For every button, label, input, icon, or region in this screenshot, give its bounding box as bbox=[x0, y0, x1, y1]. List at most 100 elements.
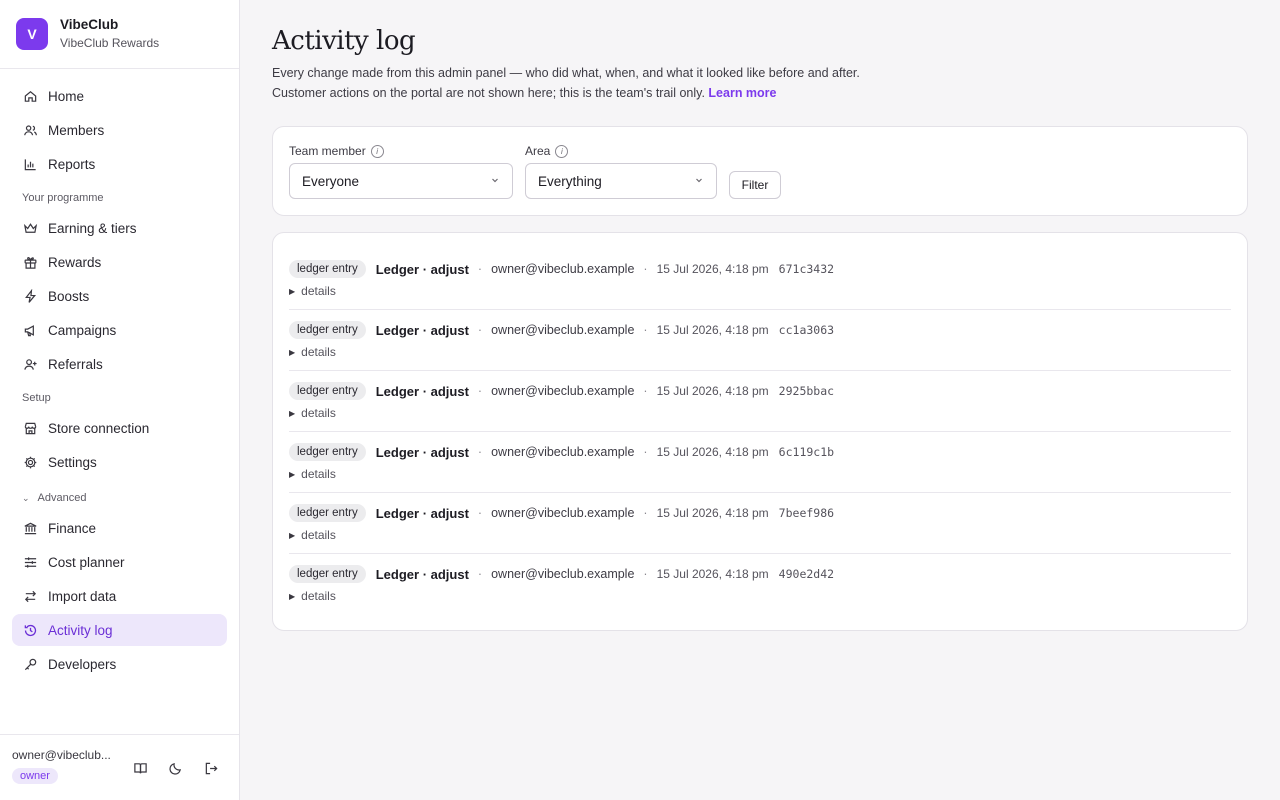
sidebar-item-store-connection[interactable]: Store connection bbox=[12, 412, 227, 444]
sidebar-item-referrals[interactable]: Referrals bbox=[12, 348, 227, 380]
log-row: ledger entry Ledger · adjust · owner@vib… bbox=[289, 554, 1231, 615]
entry-action: Ledger · adjust bbox=[375, 505, 469, 521]
bar-chart-icon bbox=[22, 156, 38, 172]
sidebar-item-label: Finance bbox=[48, 520, 97, 536]
info-icon[interactable]: i bbox=[555, 144, 569, 158]
details-toggle[interactable]: ▶ details bbox=[289, 345, 336, 359]
chevron-down-icon bbox=[490, 175, 500, 185]
sidebar-item-label: Developers bbox=[48, 656, 117, 672]
details-label: details bbox=[301, 345, 336, 359]
entry-type-badge: ledger entry bbox=[289, 443, 366, 461]
entry-id: 490e2d42 bbox=[778, 567, 835, 581]
details-toggle[interactable]: ▶ details bbox=[289, 406, 336, 420]
nav-section-advanced-toggle[interactable]: ⌄ Advanced bbox=[12, 486, 227, 510]
intro-line-1: Every change made from this admin panel … bbox=[272, 66, 860, 80]
sidebar-item-members[interactable]: Members bbox=[12, 114, 227, 146]
details-toggle[interactable]: ▶ details bbox=[289, 467, 336, 481]
details-toggle[interactable]: ▶ details bbox=[289, 589, 336, 603]
book-icon[interactable] bbox=[131, 759, 149, 777]
entry-id: 6c119c1b bbox=[778, 445, 835, 459]
info-icon[interactable]: i bbox=[370, 144, 384, 158]
entry-actor: owner@vibeclub.example bbox=[491, 384, 635, 398]
entry-action: Ledger · adjust bbox=[375, 383, 469, 399]
separator: · bbox=[477, 384, 483, 398]
brand-logo: V bbox=[16, 18, 48, 50]
entry-actor: owner@vibeclub.example bbox=[491, 323, 635, 337]
sidebar-item-cost-planner[interactable]: Cost planner bbox=[12, 546, 227, 578]
caret-right-icon: ▶ bbox=[289, 469, 296, 479]
sidebar-item-label: Store connection bbox=[48, 420, 150, 436]
separator: · bbox=[643, 323, 648, 337]
log-row: ledger entry Ledger · adjust · owner@vib… bbox=[289, 493, 1231, 554]
entry-id: cc1a3063 bbox=[778, 323, 835, 337]
sidebar-item-rewards[interactable]: Rewards bbox=[12, 246, 227, 278]
intro-line-2: Customer actions on the portal are not s… bbox=[272, 83, 972, 103]
moon-icon[interactable] bbox=[166, 759, 184, 777]
filter-button[interactable]: Filter bbox=[729, 171, 781, 199]
sidebar-item-campaigns[interactable]: Campaigns bbox=[12, 314, 227, 346]
intro-line-2-text: Customer actions on the portal are not s… bbox=[272, 86, 705, 100]
sidebar-item-earning[interactable]: Earning & tiers bbox=[12, 212, 227, 244]
chevron-down-icon: ⌄ bbox=[22, 492, 30, 503]
team-member-label-row: Team member i bbox=[289, 143, 513, 159]
separator: · bbox=[643, 384, 648, 398]
sidebar-item-label: Activity log bbox=[48, 622, 113, 638]
details-label: details bbox=[301, 589, 336, 603]
entry-timestamp: 15 Jul 2026, 4:18 pm bbox=[656, 384, 769, 398]
caret-right-icon: ▶ bbox=[289, 347, 296, 357]
store-icon bbox=[22, 420, 38, 436]
details-toggle[interactable]: ▶ details bbox=[289, 528, 336, 542]
crown-icon bbox=[22, 220, 38, 236]
separator: · bbox=[643, 567, 648, 581]
entry-timestamp: 15 Jul 2026, 4:18 pm bbox=[656, 323, 769, 337]
sidebar-item-boosts[interactable]: Boosts bbox=[12, 280, 227, 312]
entry-action: Ledger · adjust bbox=[375, 566, 469, 582]
entry-type-badge: ledger entry bbox=[289, 504, 366, 522]
entry-type-badge: ledger entry bbox=[289, 382, 366, 400]
sliders-icon bbox=[22, 554, 38, 570]
caret-right-icon: ▶ bbox=[289, 286, 296, 296]
sidebar-item-developers[interactable]: Developers bbox=[12, 648, 227, 680]
lightning-icon bbox=[22, 288, 38, 304]
brand-name: VibeClub bbox=[60, 17, 119, 32]
details-toggle[interactable]: ▶ details bbox=[289, 284, 336, 298]
sidebar-item-activity-log[interactable]: Activity log bbox=[12, 614, 227, 646]
team-member-select[interactable]: Everyone bbox=[289, 163, 513, 199]
separator: · bbox=[643, 262, 648, 276]
sidebar-item-label: Members bbox=[48, 122, 105, 138]
entry-timestamp: 15 Jul 2026, 4:18 pm bbox=[656, 567, 769, 581]
separator: · bbox=[477, 567, 483, 581]
megaphone-icon bbox=[22, 322, 38, 338]
entry-actor: owner@vibeclub.example bbox=[491, 506, 635, 520]
sidebar-item-import-data[interactable]: Import data bbox=[12, 580, 227, 612]
area-value: Everything bbox=[538, 173, 602, 189]
arrows-swap-icon bbox=[22, 588, 38, 604]
area-select[interactable]: Everything bbox=[525, 163, 717, 199]
entry-actor: owner@vibeclub.example bbox=[491, 445, 635, 459]
log-row: ledger entry Ledger · adjust · owner@vib… bbox=[289, 310, 1231, 371]
team-member-label: Team member bbox=[289, 144, 366, 158]
nav-section-setup: Setup bbox=[22, 392, 51, 404]
learn-more-link[interactable]: Learn more bbox=[708, 86, 776, 100]
sidebar-nav: Home Members Reports Your programme Earn… bbox=[12, 80, 227, 682]
brand-subtitle: VibeClub Rewards bbox=[60, 36, 160, 50]
brand[interactable]: V VibeClub VibeClub Rewards bbox=[16, 17, 159, 51]
sidebar-item-home[interactable]: Home bbox=[12, 80, 227, 112]
entry-action: Ledger · adjust bbox=[375, 444, 469, 460]
entry-type-badge: ledger entry bbox=[289, 565, 366, 583]
gift-icon bbox=[22, 254, 38, 270]
sidebar-item-reports[interactable]: Reports bbox=[12, 148, 227, 180]
sidebar-item-label: Settings bbox=[48, 454, 97, 470]
separator: · bbox=[477, 323, 483, 337]
sidebar-item-finance[interactable]: Finance bbox=[12, 512, 227, 544]
page-intro: Every change made from this admin panel … bbox=[272, 63, 972, 103]
filter-card: Team member i Everyone Area i Everything… bbox=[272, 126, 1248, 216]
nav-section-advanced-label: Advanced bbox=[37, 492, 87, 504]
entry-timestamp: 15 Jul 2026, 4:18 pm bbox=[656, 262, 769, 276]
sidebar-item-label: Campaigns bbox=[48, 322, 117, 338]
sidebar-item-settings[interactable]: Settings bbox=[12, 446, 227, 478]
home-icon bbox=[22, 88, 38, 104]
caret-right-icon: ▶ bbox=[289, 530, 296, 540]
team-member-value: Everyone bbox=[302, 173, 360, 189]
logout-icon[interactable] bbox=[202, 759, 220, 777]
